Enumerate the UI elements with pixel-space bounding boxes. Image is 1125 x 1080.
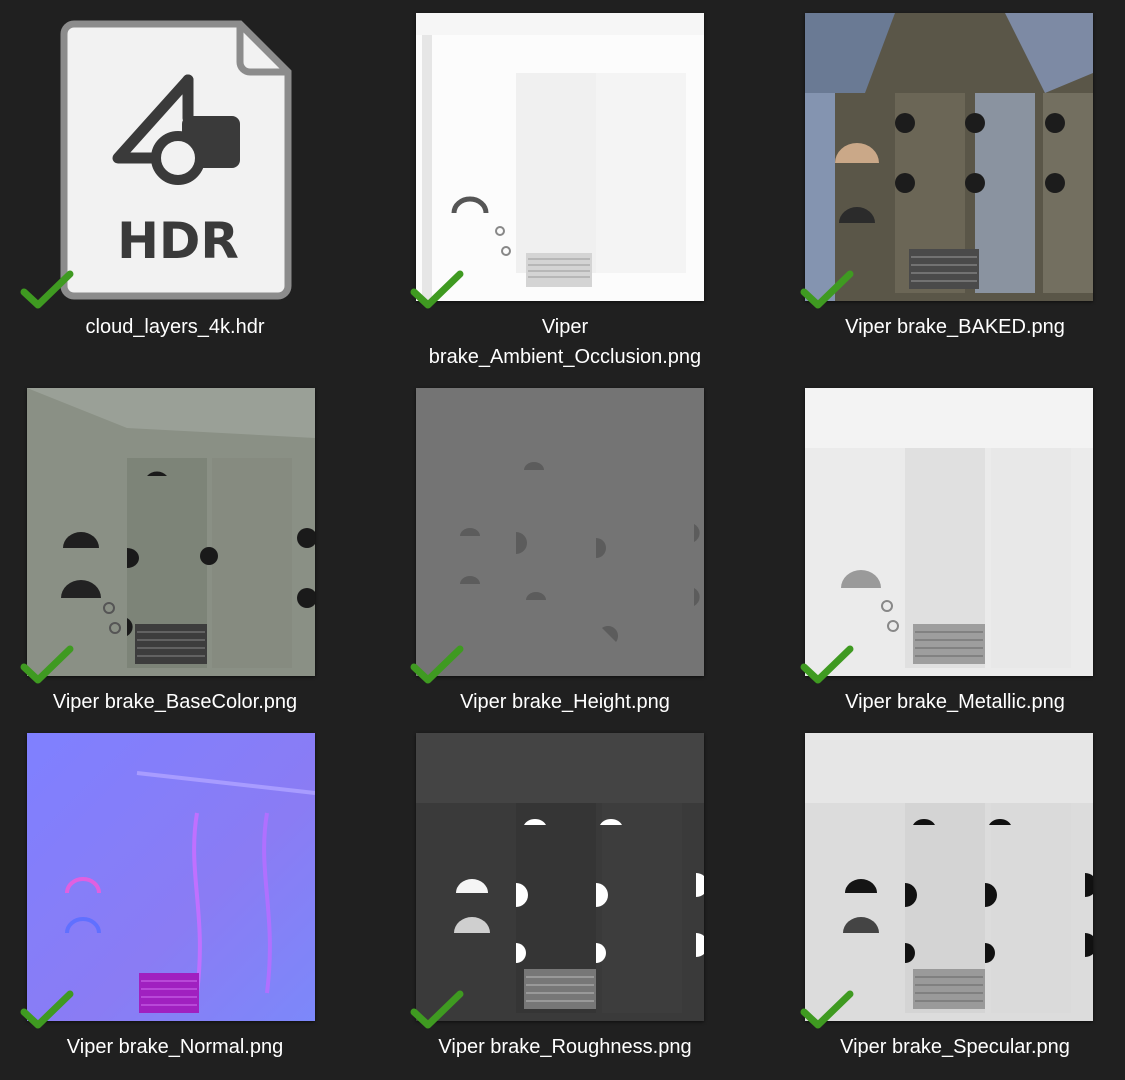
image-thumbnail (416, 733, 704, 1021)
file-name-label: Viper brake_Specular.png (840, 1036, 1070, 1058)
image-thumbnail (27, 733, 315, 1021)
checkmark-icon (20, 645, 74, 684)
image-thumbnail (416, 388, 704, 676)
checkmark-icon (410, 645, 464, 684)
image-thumbnail (805, 388, 1093, 676)
checkmark-icon (800, 645, 854, 684)
image-thumbnail (27, 388, 315, 676)
checkmark-icon (410, 270, 464, 309)
checkmark-icon (800, 270, 854, 309)
image-thumbnail (805, 13, 1093, 301)
file-name-label: Viper brake_BaseColor.png (52, 691, 298, 713)
file-name-label: cloud_layers_4k.hdr (85, 316, 265, 338)
image-thumbnail (805, 733, 1093, 1021)
image-thumbnail (416, 13, 704, 301)
checkmark-icon (20, 270, 74, 309)
file-grid: HDR cloud_layers_4k.hdr Viper brake_Ambi… (0, 0, 1125, 1080)
file-name-label: Viper brake_Ambient_Occlusion.png (428, 316, 702, 368)
file-name-label: Viper brake_Roughness.png (438, 1036, 692, 1058)
hdr-file-icon: HDR (60, 18, 295, 305)
checkmark-icon (20, 990, 74, 1029)
checkmark-icon (800, 990, 854, 1029)
file-name-label: Viper brake_Height.png (460, 691, 670, 713)
file-name-label: Viper brake_Metallic.png (845, 691, 1065, 713)
file-type-text: HDR (117, 212, 239, 270)
file-name-label: Viper brake_BAKED.png (845, 316, 1065, 338)
checkmark-icon (410, 990, 464, 1029)
file-name-label: Viper brake_Normal.png (66, 1036, 284, 1058)
